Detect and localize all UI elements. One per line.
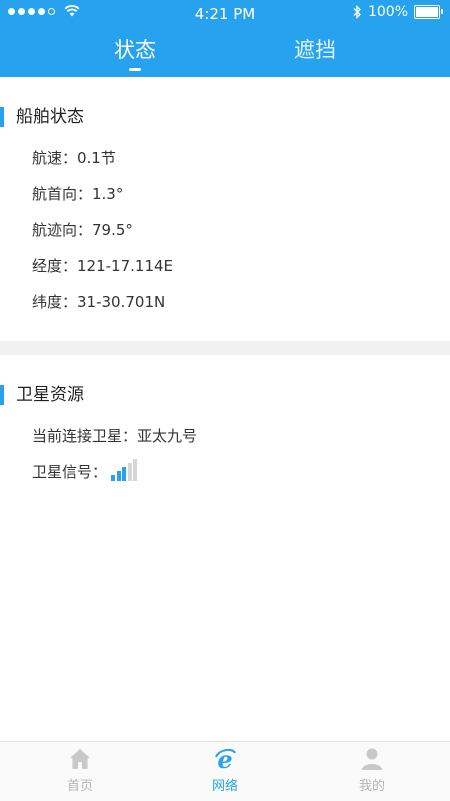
longitude-row: 经度：121-17.114E (32, 257, 174, 275)
satellite-signal-row: 卫星信号： (0, 454, 450, 490)
status-right: 100% (352, 4, 443, 20)
profile-icon (362, 748, 382, 770)
ship-status-section: 船舶状态 航速：0.1节 航首向：1.3° 航迹向：79.5° 经度：121-1… (0, 77, 450, 320)
satellite-section: 卫星资源 当前连接卫星：亚太九号 卫星信号： (0, 355, 450, 490)
battery-icon (414, 5, 443, 19)
signal-strength-icon (111, 458, 139, 481)
course-row: 航迹向：79.5° (32, 221, 133, 239)
tabbar-label: 网络 (211, 779, 238, 794)
satellite-list: 当前连接卫星：亚太九号 卫星信号： (0, 418, 450, 490)
latitude-row: 纬度：31-30.701N (32, 293, 166, 311)
tabbar-item-home[interactable]: 首页 (20, 742, 140, 801)
speed-row: 航速：0.1节 (32, 149, 116, 167)
section-title: 卫星资源 (16, 385, 84, 405)
connected-satellite-row: 当前连接卫星：亚太九号 (32, 427, 198, 445)
ship-status-list: 航速：0.1节 航首向：1.3° 航迹向：79.5° 经度：121-17.114… (0, 140, 450, 320)
battery-percent: 100% (367, 4, 408, 20)
section-accent-bar (0, 107, 4, 127)
tabbar-label: 我的 (358, 779, 385, 794)
section-divider (0, 341, 450, 355)
tabbar-label: 首页 (66, 779, 93, 794)
section-header: 船舶状态 (0, 102, 450, 132)
signal-bar (133, 458, 138, 481)
section-title: 船舶状态 (16, 107, 84, 127)
home-icon (70, 749, 90, 769)
signal-bar (111, 474, 116, 481)
network-e-icon: e (215, 747, 236, 771)
top-tabs: 状态 遮挡 (0, 28, 450, 77)
bottom-tab-bar: 首页 e 网络 我的 (0, 741, 450, 801)
signal-bar (116, 470, 121, 481)
status-bar: 4:21 PM 100% (0, 0, 450, 28)
active-tab-indicator (129, 68, 141, 71)
app-header: 4:21 PM 100% 状态 遮挡 (0, 0, 450, 77)
bluetooth-icon (353, 5, 361, 19)
tab-occlusion[interactable]: 遮挡 (255, 34, 375, 64)
tabbar-item-profile[interactable]: 我的 (312, 742, 432, 801)
section-accent-bar (0, 385, 4, 405)
tab-status[interactable]: 状态 (75, 34, 195, 64)
section-header: 卫星资源 (0, 380, 450, 410)
tabbar-item-network[interactable]: e 网络 (165, 742, 285, 801)
signal-bar (122, 466, 127, 481)
heading-row: 航首向：1.3° (32, 185, 124, 203)
signal-label: 卫星信号： (32, 463, 108, 481)
signal-bar (127, 462, 132, 481)
